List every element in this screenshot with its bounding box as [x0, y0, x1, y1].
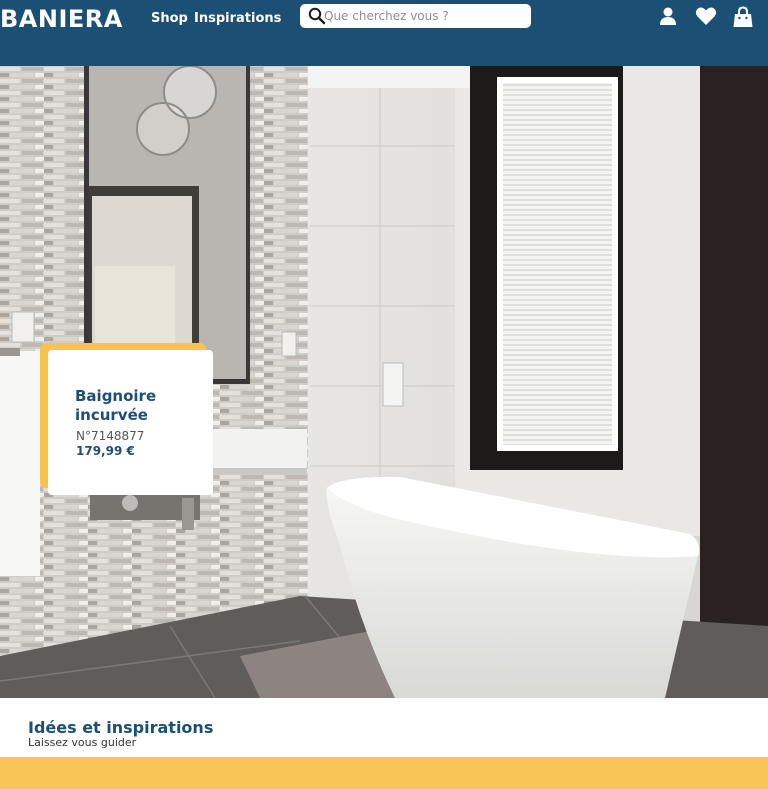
heart-icon[interactable]: [695, 6, 717, 26]
product-reference: N°7148877: [76, 429, 145, 443]
section-subtitle: Laissez vous guider: [28, 736, 137, 749]
product-card[interactable]: Baignoire incurvée N°7148877 179,99 €: [48, 350, 213, 495]
nav-shop-link[interactable]: Shop: [151, 11, 188, 26]
bag-icon[interactable]: [732, 6, 753, 27]
site-header: BANIERA Shop Inspirations: [0, 0, 768, 66]
product-title[interactable]: Baignoire incurvée: [75, 387, 205, 425]
search-bar[interactable]: [300, 4, 531, 28]
search-input[interactable]: [324, 6, 524, 26]
yellow-band: [0, 757, 768, 789]
nav-inspirations-link[interactable]: Inspirations: [194, 11, 281, 26]
section-title: Idées et inspirations: [28, 718, 214, 737]
user-icon[interactable]: [658, 6, 678, 26]
product-price: 179,99 €: [76, 444, 135, 458]
site-logo[interactable]: BANIERA: [0, 5, 123, 33]
